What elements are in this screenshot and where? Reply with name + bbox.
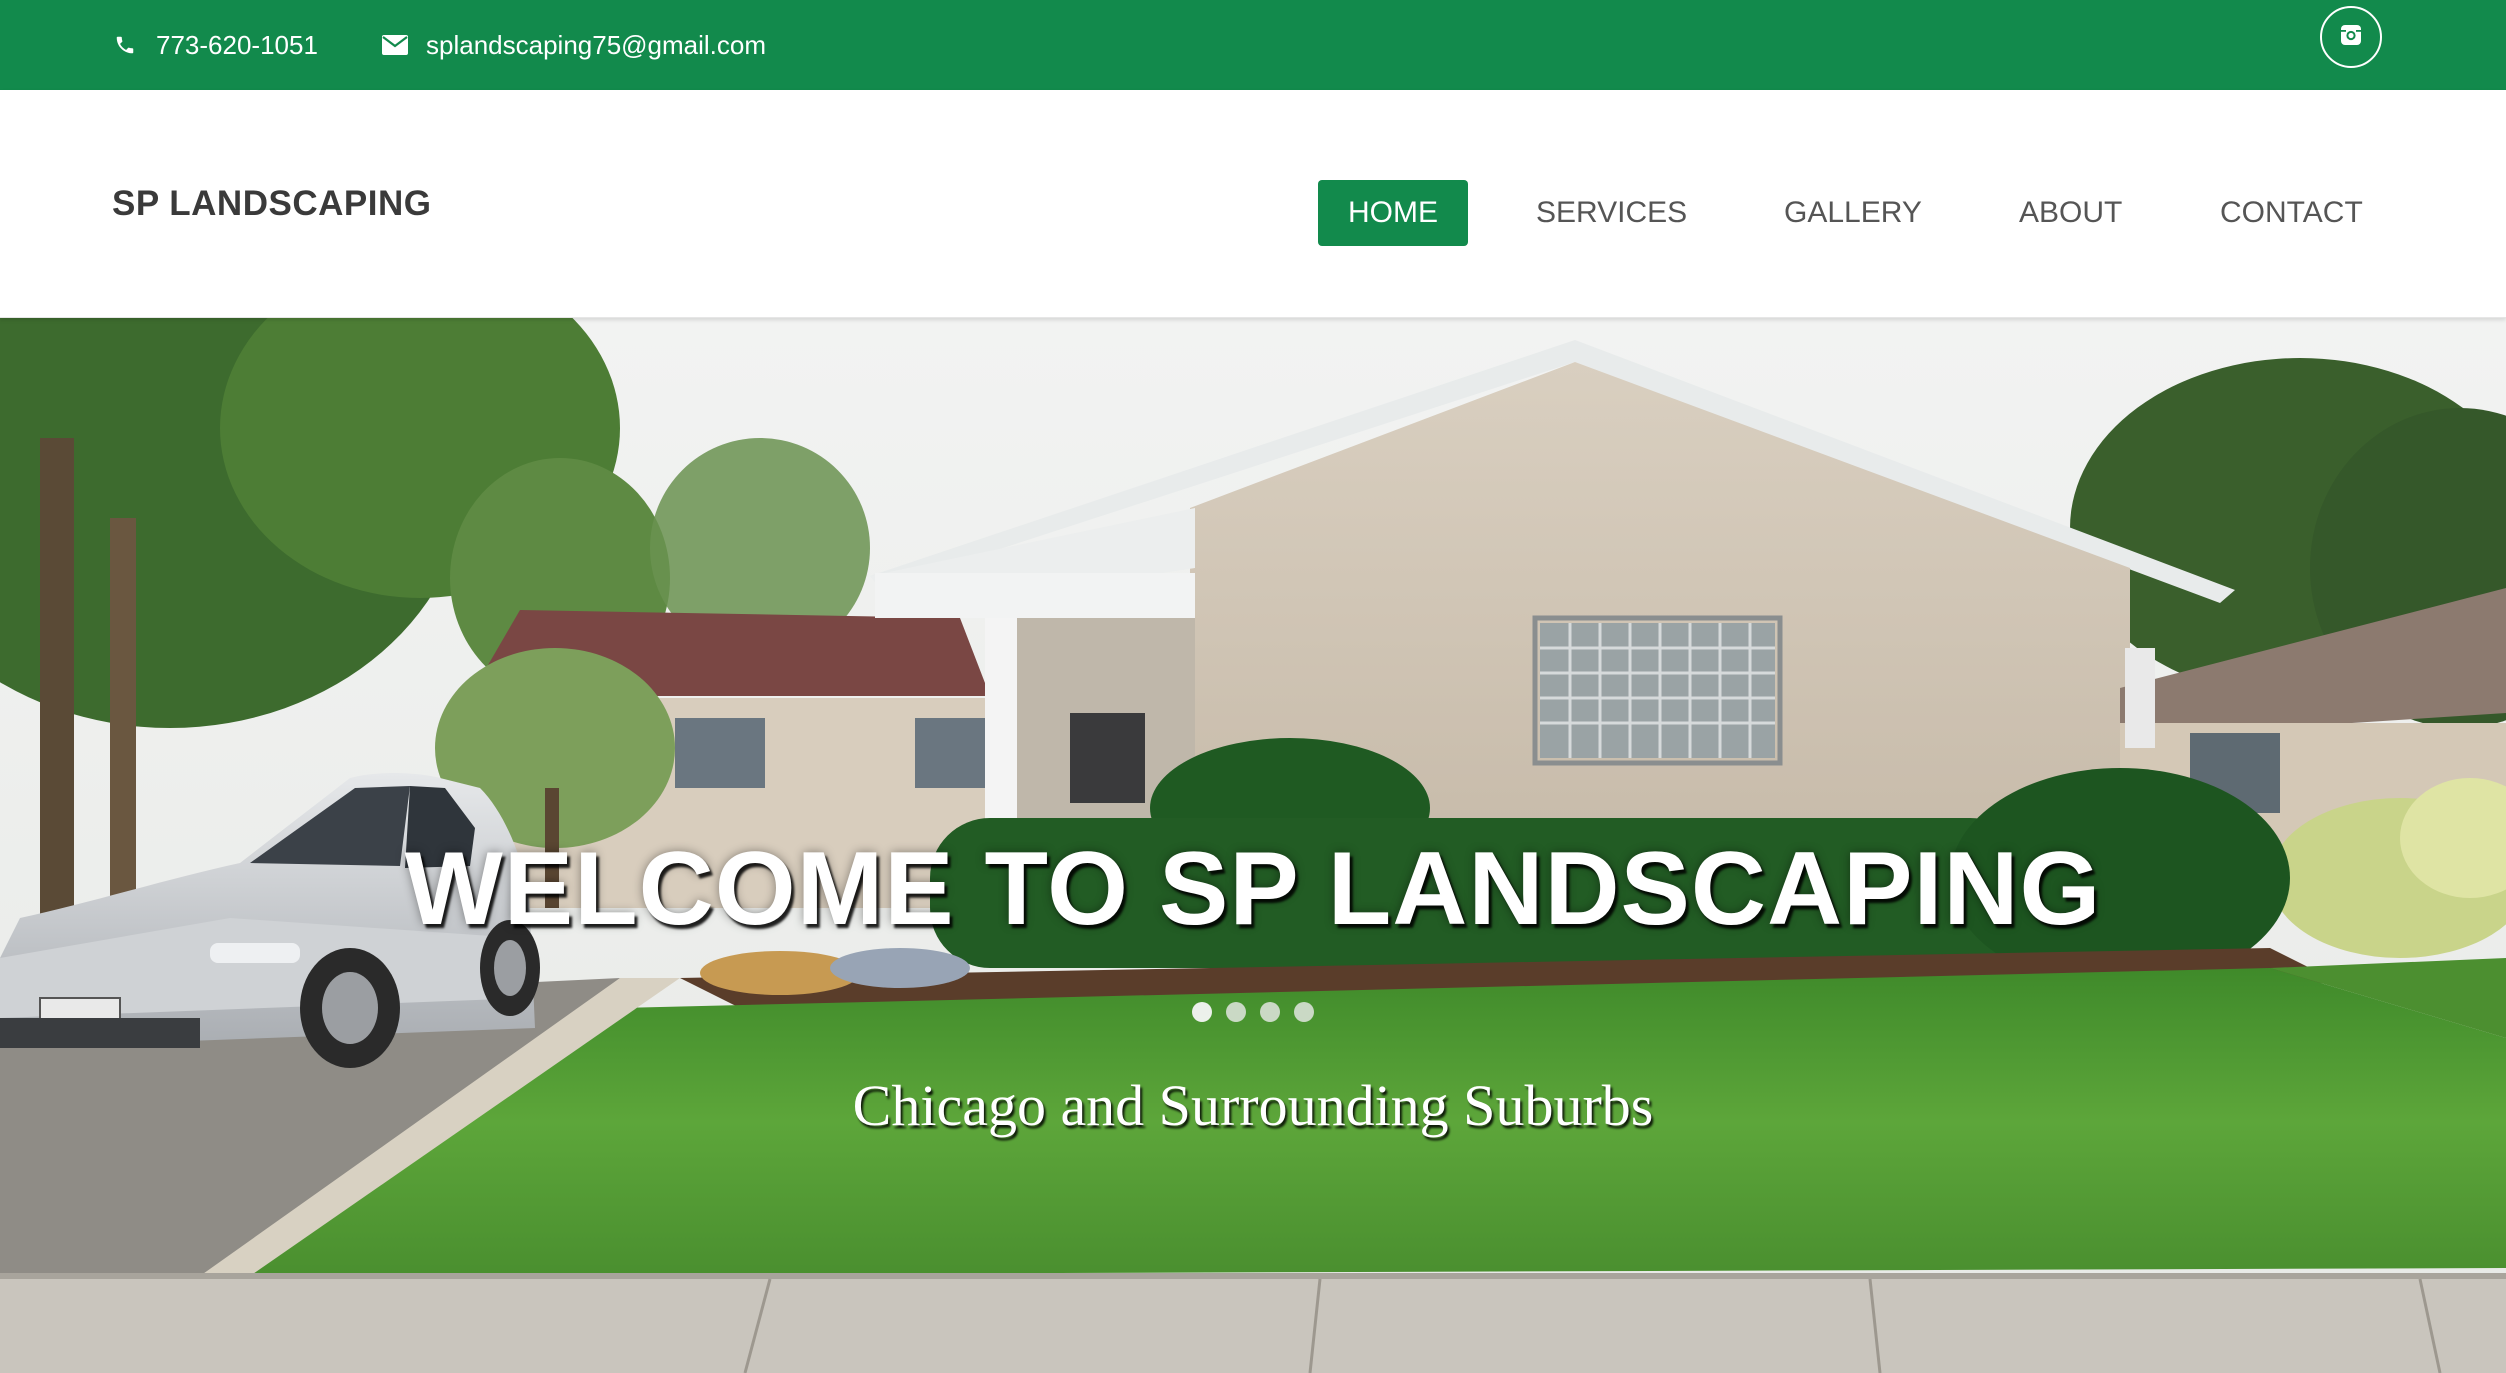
- hero-subtitle: Chicago and Surrounding Suburbs: [852, 1073, 1654, 1138]
- hero-slider: WELCOME TO SP LANDSCAPING Chicago and Su…: [0, 318, 2506, 1373]
- phone-number: 773-620-1051: [156, 29, 318, 60]
- phone-icon: [112, 32, 138, 58]
- slider-dot-2[interactable]: [1226, 1002, 1246, 1022]
- instagram-button[interactable]: [2320, 6, 2382, 68]
- hero-title: WELCOME TO SP LANDSCAPING: [404, 831, 2102, 947]
- slider-dot-3[interactable]: [1260, 1002, 1280, 1022]
- nav-services[interactable]: SERVICES: [1536, 180, 1687, 246]
- site-header: SP LANDSCAPING HOME SERVICES GALLERY ABO…: [0, 90, 2506, 318]
- email-contact[interactable]: splandscaping75@gmail.com: [382, 0, 766, 90]
- nav-gallery[interactable]: GALLERY: [1784, 180, 1922, 246]
- nav-home[interactable]: HOME: [1318, 180, 1468, 246]
- nav-contact[interactable]: CONTACT: [2220, 180, 2363, 246]
- brand-logo-text[interactable]: SP LANDSCAPING: [112, 184, 431, 224]
- phone-contact[interactable]: 773-620-1051: [112, 0, 318, 90]
- email-address: splandscaping75@gmail.com: [426, 29, 767, 60]
- slider-dot-4[interactable]: [1294, 1002, 1314, 1022]
- slider-dot-1[interactable]: [1192, 1002, 1212, 1022]
- slider-dots: [0, 1002, 2506, 1022]
- envelope-icon: [382, 32, 408, 58]
- nav-about[interactable]: ABOUT: [2019, 180, 2122, 246]
- instagram-icon: [2339, 23, 2363, 52]
- top-contact-bar: 773-620-1051 splandscaping75@gmail.com: [0, 0, 2506, 90]
